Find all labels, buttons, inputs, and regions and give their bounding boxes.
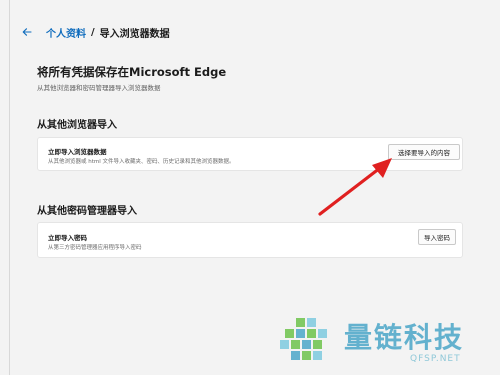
watermark: 量链科技 QFSP.NET	[270, 310, 500, 375]
breadcrumb-separator: /	[91, 26, 95, 38]
annotation-arrow-icon	[318, 158, 392, 216]
page-subtitle: 从其他浏览器和密码管理器导入浏览器数据	[37, 84, 161, 92]
browser-import-card-description: 从其他浏览器或 html 文件导入收藏夹、密码、历史记录和其他浏览器数据。	[48, 159, 235, 165]
left-rail	[0, 0, 10, 375]
section-title-password-import: 从其他密码管理器导入	[37, 206, 137, 217]
password-import-card-description: 从第三方密码管理器应用程序导入密码	[48, 245, 142, 251]
watermark-url: QFSP.NET	[410, 354, 461, 364]
page-title: 将所有凭据保存在Microsoft Edge	[37, 65, 227, 79]
watermark-logo-icon	[280, 318, 327, 360]
breadcrumb: 个人资料 / 导入浏览器数据	[22, 24, 170, 40]
back-arrow-icon[interactable]	[22, 25, 36, 39]
breadcrumb-current: 导入浏览器数据	[99, 28, 170, 40]
password-import-card-title: 立即导入密码	[48, 234, 87, 242]
watermark-name: 量链科技	[344, 321, 465, 354]
breadcrumb-profile-link[interactable]: 个人资料	[46, 25, 86, 40]
import-passwords-button[interactable]: 导入密码	[418, 229, 456, 245]
browser-import-card-title: 立即导入浏览器数据	[48, 148, 107, 156]
section-title-browser-import: 从其他浏览器导入	[37, 120, 117, 131]
